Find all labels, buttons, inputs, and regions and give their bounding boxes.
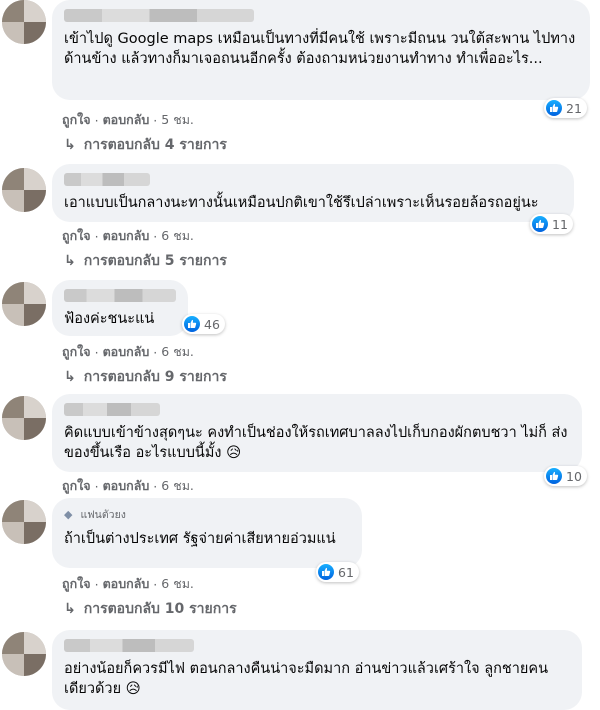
timestamp[interactable]: 6 ชม.: [161, 226, 194, 246]
reaction-count[interactable]: 61: [316, 562, 359, 582]
avatar[interactable]: [2, 282, 46, 326]
comment-text: ฟ้องค่ะชนะแน่: [64, 311, 155, 327]
timestamp[interactable]: 6 ชม.: [161, 342, 194, 362]
reply-arrow-icon: ↳: [64, 369, 76, 385]
avatar[interactable]: [2, 0, 46, 44]
comment-bubble: เอาแบบเป็นกลางนะทางนั้นเหมือนปกติเขาใช้ร…: [52, 164, 574, 222]
reply-link[interactable]: ตอบกลับ: [103, 342, 150, 362]
like-thumb-icon: [546, 100, 562, 116]
reply-arrow-icon: ↳: [64, 253, 76, 269]
comment-text: อย่างน้อยก็ควรมีไฟ ตอนกลางคืนน่าจะมืดมาก…: [64, 661, 548, 697]
top-fan-badge[interactable]: ◆ แฟนตัวยง: [64, 506, 350, 523]
like-link[interactable]: ถูกใจ: [62, 342, 91, 362]
like-thumb-icon: [532, 216, 548, 232]
diamond-icon: ◆: [64, 508, 73, 521]
author-name[interactable]: [64, 639, 194, 652]
reply-arrow-icon: ↳: [64, 601, 76, 617]
like-link[interactable]: ถูกใจ: [62, 476, 91, 496]
like-thumb-icon: [184, 316, 200, 332]
comment-text: เข้าไปดู Google maps เหมือนเป็นทางที่มีค…: [64, 31, 576, 67]
comment-actions: ถูกใจ · ตอบกลับ · 6 ชม.: [62, 574, 194, 594]
avatar[interactable]: [2, 168, 46, 212]
view-replies[interactable]: ↳ การตอบกลับ 9 รายการ: [64, 366, 227, 388]
comment-text: เอาแบบเป็นกลางนะทางนั้นเหมือนปกติเขาใช้ร…: [64, 195, 539, 211]
avatar[interactable]: [2, 632, 46, 676]
comment-actions: ถูกใจ · ตอบกลับ · 6 ชม.: [62, 476, 194, 496]
comment-bubble: อย่างน้อยก็ควรมีไฟ ตอนกลางคืนน่าจะมืดมาก…: [52, 630, 582, 710]
reply-link[interactable]: ตอบกลับ: [103, 476, 150, 496]
author-name[interactable]: [64, 173, 150, 186]
timestamp[interactable]: 6 ชม.: [161, 476, 194, 496]
reaction-count[interactable]: 46: [182, 314, 225, 334]
reaction-count[interactable]: 10: [544, 466, 587, 486]
view-replies[interactable]: ↳ การตอบกลับ 4 รายการ: [64, 134, 227, 156]
avatar[interactable]: [2, 500, 46, 544]
like-thumb-icon: [546, 468, 562, 484]
like-thumb-icon: [318, 564, 334, 580]
comment-bubble: ฟ้องค่ะชนะแน่: [52, 280, 188, 336]
view-replies[interactable]: ↳ การตอบกลับ 5 รายการ: [64, 250, 227, 272]
comment-bubble: คิดแบบเข้าข้างสุดๆนะ คงทำเป็นช่องให้รถเท…: [52, 394, 582, 472]
author-name[interactable]: [64, 9, 254, 22]
author-name[interactable]: [64, 289, 176, 302]
comment-bubble: ◆ แฟนตัวยง ถ้าเป็นต่างประเทศ รัฐจ่ายค่าเ…: [52, 498, 362, 568]
reply-link[interactable]: ตอบกลับ: [103, 226, 150, 246]
like-link[interactable]: ถูกใจ: [62, 574, 91, 594]
comment-actions: ถูกใจ · ตอบกลับ · 6 ชม.: [62, 226, 194, 246]
timestamp[interactable]: 6 ชม.: [161, 574, 194, 594]
comment-actions: ถูกใจ · ตอบกลับ · 5 ชม.: [62, 110, 194, 130]
like-link[interactable]: ถูกใจ: [62, 226, 91, 246]
author-name[interactable]: [64, 403, 160, 416]
timestamp[interactable]: 5 ชม.: [161, 110, 194, 130]
reply-link[interactable]: ตอบกลับ: [103, 110, 150, 130]
reply-link[interactable]: ตอบกลับ: [103, 574, 150, 594]
comment-actions: ถูกใจ · ตอบกลับ · 6 ชม.: [62, 342, 194, 362]
comment-text: ถ้าเป็นต่างประเทศ รัฐจ่ายค่าเสียหายอ่วมแ…: [64, 531, 336, 547]
avatar[interactable]: [2, 396, 46, 440]
reaction-count[interactable]: 21: [544, 98, 587, 118]
view-replies[interactable]: ↳ การตอบกลับ 10 รายการ: [64, 598, 237, 620]
reply-arrow-icon: ↳: [64, 137, 76, 153]
comment-text: คิดแบบเข้าข้างสุดๆนะ คงทำเป็นช่องให้รถเท…: [64, 425, 568, 461]
like-link[interactable]: ถูกใจ: [62, 110, 91, 130]
comment-bubble: เข้าไปดู Google maps เหมือนเป็นทางที่มีค…: [52, 0, 590, 100]
reaction-count[interactable]: 11: [530, 214, 573, 234]
